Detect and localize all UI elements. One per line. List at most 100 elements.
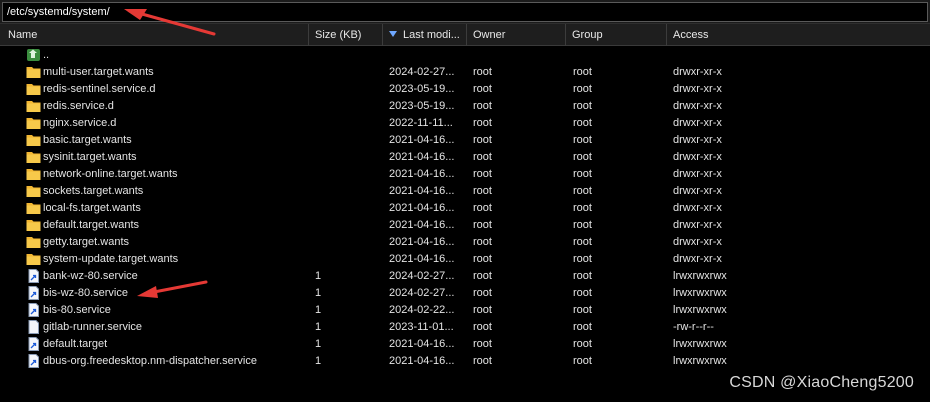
column-header-group[interactable]: Group (566, 24, 667, 46)
file-owner: root (473, 117, 492, 129)
file-access: drwxr-xr-x (673, 168, 722, 180)
file-group: root (573, 219, 592, 231)
file-row[interactable]: redis.service.d 2023-05-19... root root drwx… (0, 98, 930, 115)
file-access: drwxr-xr-x (673, 185, 722, 197)
file-row[interactable]: gitlab-runner.service 1 2023-11-01... root r… (0, 319, 930, 336)
file-row[interactable]: default.target 1 2021-04-16... root root lrwx… (0, 336, 930, 353)
file-row[interactable]: basic.target.wants 2021-04-16... root root d… (0, 132, 930, 149)
file-row[interactable]: bis-wz-80.service 1 2024-02-27... root root l… (0, 285, 930, 302)
file-row[interactable]: sockets.target.wants 2021-04-16... root roo… (0, 183, 930, 200)
file-name: sockets.target.wants (43, 185, 144, 197)
folder-icon (26, 133, 41, 147)
file-owner: root (473, 304, 492, 316)
file-row[interactable]: bank-wz-80.service 1 2024-02-27... root root… (0, 268, 930, 285)
file-row[interactable]: sysinit.target.wants 2021-04-16... root roo… (0, 149, 930, 166)
file-access: drwxr-xr-x (673, 253, 722, 265)
file-owner: root (473, 66, 492, 78)
file-name: sysinit.target.wants (43, 151, 137, 163)
file-row[interactable]: nginx.service.d 2022-11-11... root root drwx… (0, 115, 930, 132)
file-group: root (573, 321, 592, 333)
file-name: redis.service.d (43, 100, 114, 112)
path-input[interactable]: /etc/systemd/system/ (2, 2, 928, 22)
file-size (315, 183, 375, 200)
file-owner: root (473, 100, 492, 112)
file-access: drwxr-xr-x (673, 66, 722, 78)
column-header-name[interactable]: Name (0, 24, 309, 46)
file-group: root (573, 134, 592, 146)
folder-icon (26, 235, 41, 249)
folder-icon (26, 218, 41, 232)
symlink-file-icon (26, 269, 41, 283)
file-size (315, 149, 375, 166)
watermark: CSDN @XiaoCheng5200 (729, 374, 914, 391)
file-group: root (573, 355, 592, 367)
file-group: root (573, 168, 592, 180)
file-group: root (573, 100, 592, 112)
file-name: system-update.target.wants (43, 253, 179, 265)
file-access: lrwxrwxrwx (673, 355, 727, 367)
file-modified (389, 47, 467, 64)
file-name: local-fs.target.wants (43, 202, 141, 214)
file-row[interactable]: system-update.target.wants 2021-04-16... r… (0, 251, 930, 268)
file-row[interactable]: dbus-org.freedesktop.nm-dispatcher.servi… (0, 353, 930, 370)
file-modified: 2024-02-22... (389, 304, 455, 316)
column-header-last-modified[interactable]: Last modi... (383, 24, 467, 46)
file-modified: 2021-04-16... (389, 185, 455, 197)
folder-icon (26, 99, 41, 113)
file-size: 1 (315, 270, 322, 282)
file-access: drwxr-xr-x (673, 151, 722, 163)
file-owner: root (473, 338, 492, 350)
file-group: root (573, 66, 592, 78)
path-bar: /etc/systemd/system/ (0, 0, 930, 24)
file-access: lrwxrwxrwx (673, 304, 727, 316)
folder-icon (26, 167, 41, 181)
file-row[interactable]: getty.target.wants 2021-04-16... root root d… (0, 234, 930, 251)
file-owner: root (473, 355, 492, 367)
file-owner: root (473, 151, 492, 163)
file-row[interactable]: default.target.wants 2021-04-16... root roo… (0, 217, 930, 234)
file-name: bank-wz-80.service (43, 270, 138, 282)
column-header-size[interactable]: Size (KB) (309, 24, 383, 46)
file-modified: 2021-04-16... (389, 338, 455, 350)
file-name: default.target.wants (43, 219, 140, 231)
symlink-file-icon (26, 303, 41, 317)
column-header-access[interactable]: Access (667, 24, 930, 46)
folder-icon (26, 150, 41, 164)
file-group: root (573, 304, 592, 316)
file-size (315, 132, 375, 149)
file-modified: 2021-04-16... (389, 168, 455, 180)
file-access: drwxr-xr-x (673, 134, 722, 146)
file-row[interactable]: local-fs.target.wants 2021-04-16... root ro… (0, 200, 930, 217)
file-owner: root (473, 202, 492, 214)
file-row[interactable]: multi-user.target.wants 2024-02-27... root… (0, 64, 930, 81)
file-group (573, 47, 663, 64)
file-access (673, 47, 793, 64)
file-access: drwxr-xr-x (673, 117, 722, 129)
file-group: root (573, 338, 592, 350)
column-header-owner[interactable]: Owner (467, 24, 566, 46)
file-access: lrwxrwxrwx (673, 287, 727, 299)
file-group: root (573, 202, 592, 214)
file-row[interactable]: network-online.target.wants 2021-04-16...… (0, 166, 930, 183)
file-list: .. multi-user.target.wants 2024-02-27... ro… (0, 47, 930, 402)
file-size: 1 (315, 304, 322, 316)
file-owner: root (473, 185, 492, 197)
symlink-file-icon (26, 286, 41, 300)
file-owner: root (473, 321, 492, 333)
file-size: 1 (315, 355, 322, 367)
file-name: nginx.service.d (43, 117, 117, 129)
file-size: 1 (315, 338, 322, 350)
file-owner: root (473, 134, 492, 146)
file-size (315, 251, 375, 268)
file-size (315, 81, 375, 98)
file-row[interactable]: .. (0, 47, 930, 64)
file-row[interactable]: redis-sentinel.service.d 2023-05-19... roo… (0, 81, 930, 98)
file-modified: 2021-04-16... (389, 151, 455, 163)
file-row[interactable]: bis-80.service 1 2024-02-22... root root lrwx… (0, 302, 930, 319)
file-modified: 2023-11-01... (389, 321, 454, 333)
file-icon (26, 320, 41, 334)
file-modified: 2021-04-16... (389, 134, 455, 146)
file-size (315, 217, 375, 234)
file-modified: 2023-05-19... (389, 100, 455, 112)
folder-icon (26, 82, 41, 96)
